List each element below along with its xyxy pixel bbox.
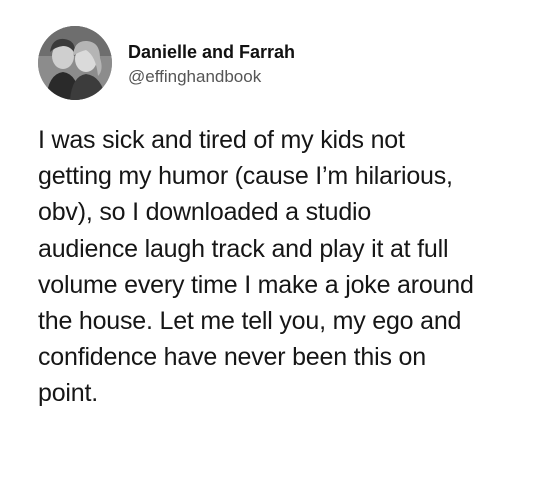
avatar[interactable] xyxy=(38,26,112,100)
tweet-text-line: the house. Let me tell you, my ego and xyxy=(38,307,462,336)
user-handle[interactable]: @effinghandbook xyxy=(128,67,261,87)
display-name[interactable]: Danielle and Farrah xyxy=(128,42,295,63)
profile-photo-icon xyxy=(38,26,112,100)
tweet-text-line: volume every time I make a joke around xyxy=(38,270,474,299)
tweet-text: I was sick and tired of my kids not gett… xyxy=(38,122,528,412)
tweet-text-line: confidence have never been this on xyxy=(38,343,426,372)
tweet-text-line: I was sick and tired of my kids not xyxy=(38,126,405,154)
tweet-card: Danielle and Farrah @effinghandbook I wa… xyxy=(0,0,540,489)
tweet-text-line: getting my humor (cause I’m hilarious, xyxy=(38,162,453,191)
tweet-text-line: obv), so I downloaded a studio xyxy=(38,198,372,227)
tweet-text-line: point. xyxy=(38,379,98,408)
tweet-text-line: audience laugh track and play it at full xyxy=(38,234,449,263)
